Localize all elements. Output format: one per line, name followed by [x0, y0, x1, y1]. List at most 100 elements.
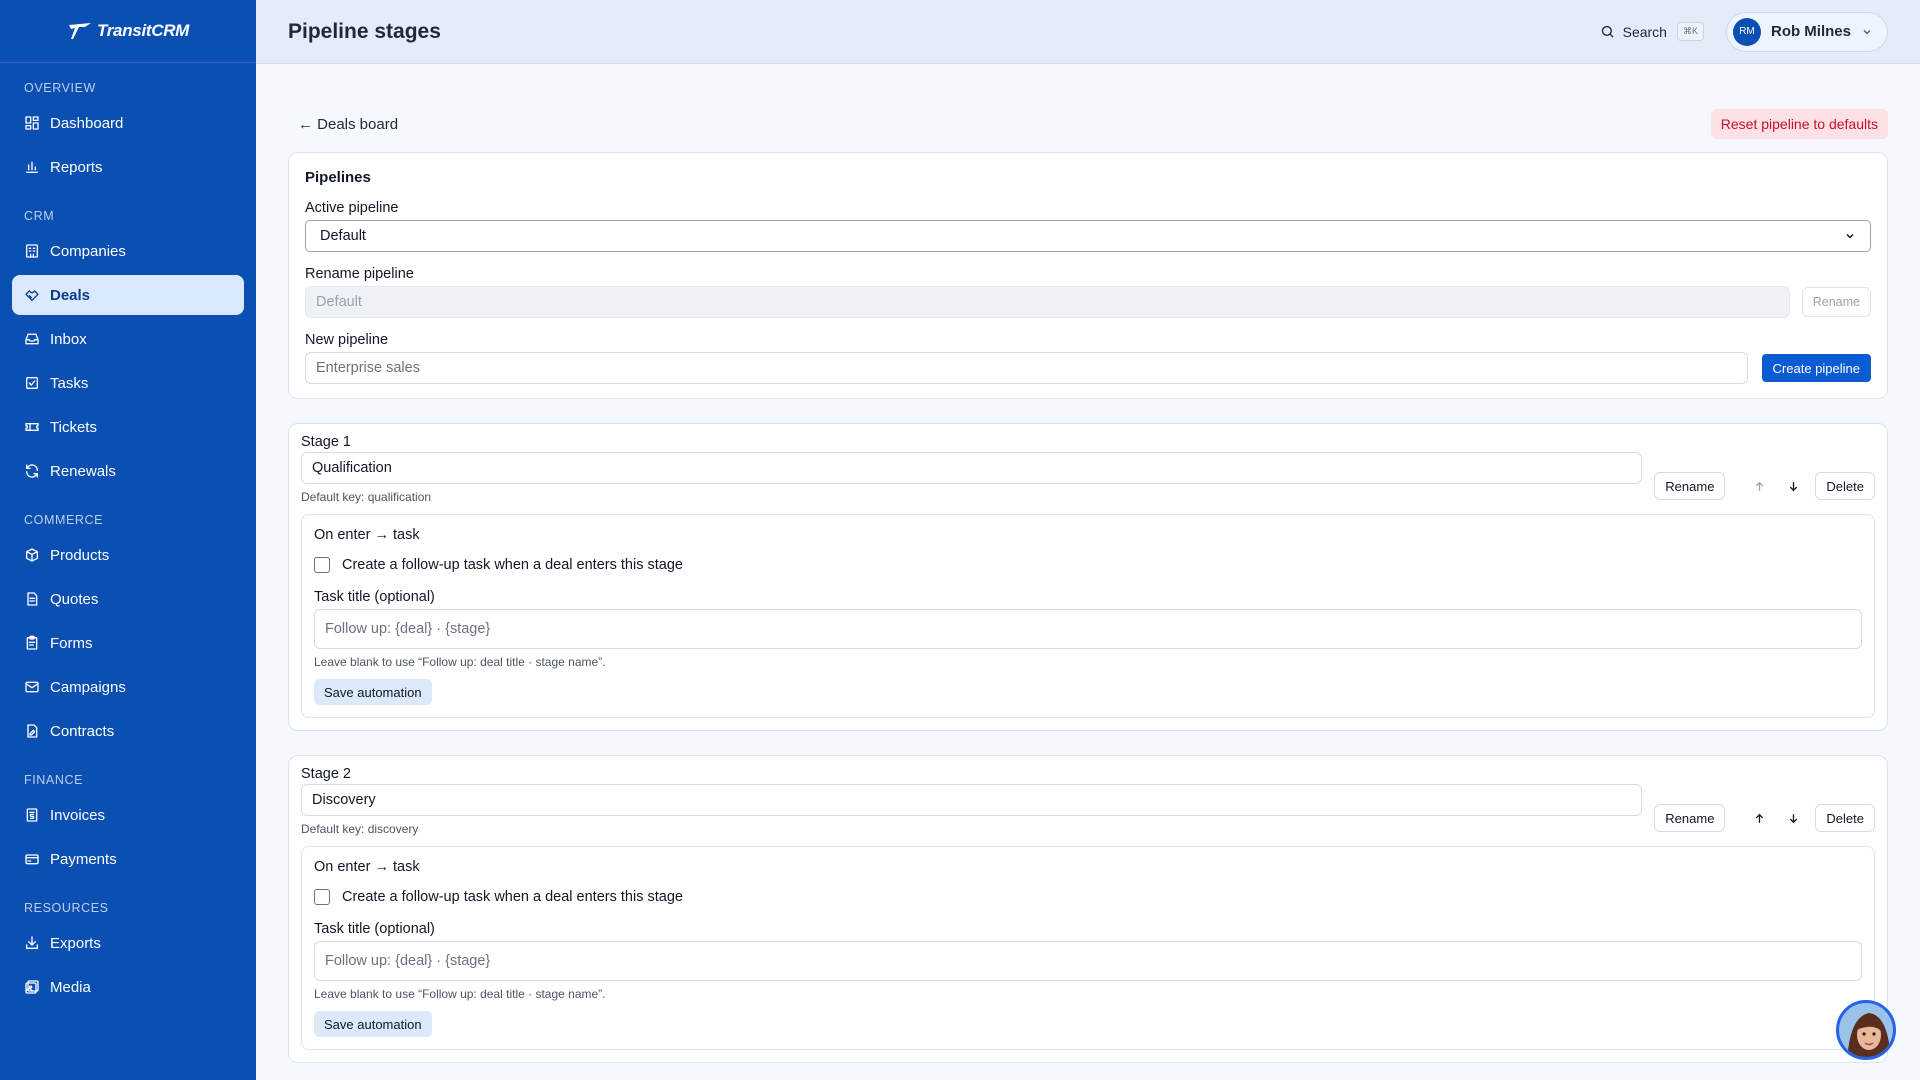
invoices-icon [24, 807, 40, 823]
task-title-hint: Leave blank to use “Follow up: deal titl… [314, 655, 606, 669]
stage-card: Stage 2 Discovery Default key: discovery… [288, 755, 1888, 1063]
dashboard-icon [24, 115, 40, 131]
tickets-icon [24, 419, 40, 435]
move-up-button[interactable] [1745, 472, 1773, 500]
sidebar-item-reports[interactable]: Reports [12, 147, 244, 187]
sidebar-item-payments[interactable]: Payments [12, 839, 244, 879]
topbar: Pipeline stages Search ⌘K RM Rob Milnes [256, 0, 1920, 64]
sidebar-item-contracts[interactable]: Contracts [12, 711, 244, 751]
sidebar-item-label: Exports [50, 934, 101, 952]
sidebar-item-label: Reports [50, 158, 103, 176]
nav-heading: COMMERCE [24, 513, 104, 527]
follow-up-checkbox[interactable] [314, 889, 330, 905]
stages-list: Stage 1 Qualification Default key: quali… [288, 423, 1888, 1063]
media-icon [24, 979, 40, 995]
task-title-input[interactable]: Follow up: {deal} · {stage} [314, 941, 1862, 981]
chevron-down-icon [1846, 233, 1854, 239]
sidebar-item-exports[interactable]: Exports [12, 923, 244, 963]
rename-stage-button[interactable]: Rename [1654, 804, 1726, 832]
task-title-placeholder: Follow up: {deal} · {stage} [325, 953, 491, 969]
sidebar-item-inbox[interactable]: Inbox [12, 319, 244, 359]
page-title: Pipeline stages [288, 19, 441, 43]
move-up-button[interactable] [1745, 804, 1773, 832]
sidebar-item-forms[interactable]: Forms [12, 623, 244, 663]
sidebar-nav: OVERVIEW Dashboard Reports CRM Companies Deal… [0, 63, 256, 1007]
create-pipeline-button[interactable]: Create pipeline [1761, 354, 1871, 382]
new-pipeline-input[interactable]: Enterprise sales [305, 352, 1748, 384]
products-icon [24, 547, 40, 563]
forms-icon [24, 635, 40, 651]
sidebar-item-dashboard[interactable]: Dashboard [12, 103, 244, 143]
sidebar-item-campaigns[interactable]: Campaigns [12, 667, 244, 707]
stage-card: Stage 1 Qualification Default key: quali… [288, 423, 1888, 731]
active-pipeline-value: Default [320, 228, 366, 244]
stage-default-key: Default key: qualification [301, 490, 432, 504]
follow-up-checkbox-label: Create a follow-up task when a deal ente… [342, 557, 683, 573]
search-label: Search [1622, 23, 1667, 40]
save-automation-button[interactable]: Save automation [314, 679, 432, 705]
search-button[interactable]: Search ⌘K [1600, 22, 1704, 41]
sidebar-item-renewals[interactable]: Renewals [12, 451, 244, 491]
task-title-input[interactable]: Follow up: {deal} · {stage} [314, 609, 1862, 649]
arrow-up-icon [1755, 481, 1764, 491]
follow-up-checkbox[interactable] [314, 557, 330, 573]
sidebar-item-tasks[interactable]: Tasks [12, 363, 244, 403]
delete-stage-button[interactable]: Delete [1815, 472, 1875, 500]
rename-pipeline-input[interactable]: Default [305, 286, 1790, 318]
rename-pipeline-button[interactable]: Rename [1801, 287, 1871, 317]
user-name: Rob Milnes [1770, 23, 1851, 40]
task-title-label: Task title (optional) [314, 921, 435, 937]
delete-stage-button[interactable]: Delete [1815, 804, 1875, 832]
rename-pipeline-label: Rename pipeline [305, 266, 414, 282]
sidebar-item-tickets[interactable]: Tickets [12, 407, 244, 447]
nav-heading: OVERVIEW [24, 81, 96, 95]
nav-heading: RESOURCES [24, 901, 109, 915]
companies-icon [24, 243, 40, 259]
exports-icon [24, 935, 40, 951]
brand-logo[interactable]: TransitCRM [0, 0, 256, 63]
user-menu[interactable]: RM Rob Milnes [1725, 11, 1888, 52]
sidebar-item-label: Companies [50, 242, 126, 260]
reports-icon [24, 159, 40, 175]
search-icon [1601, 25, 1614, 38]
contracts-icon [24, 723, 40, 739]
move-down-button[interactable] [1779, 804, 1807, 832]
reset-pipeline-button[interactable]: Reset pipeline to defaults [1710, 109, 1888, 139]
pipelines-title: Pipelines [305, 169, 371, 186]
sidebar-item-companies[interactable]: Companies [12, 231, 244, 271]
follow-up-checkbox-label: Create a follow-up task when a deal ente… [342, 889, 683, 905]
nav-heading: CRM [24, 209, 55, 223]
sidebar-item-media[interactable]: Media [12, 967, 244, 1007]
arrow-down-icon [1789, 813, 1798, 823]
sidebar-item-products[interactable]: Products [12, 535, 244, 575]
sidebar-item-invoices[interactable]: Invoices [12, 795, 244, 835]
save-automation-button[interactable]: Save automation [314, 1011, 432, 1037]
back-to-deals-link[interactable]: ← Deals board [288, 116, 398, 133]
sidebar-item-label: Payments [50, 850, 117, 868]
sidebar-item-label: Inbox [50, 330, 87, 348]
sidebar-item-label: Deals [50, 286, 91, 304]
task-title-hint: Leave blank to use “Follow up: deal titl… [314, 987, 606, 1001]
payments-icon [24, 851, 40, 867]
move-down-button[interactable] [1779, 472, 1807, 500]
new-pipeline-placeholder: Enterprise sales [316, 360, 420, 376]
sidebar-item-quotes[interactable]: Quotes [12, 579, 244, 619]
active-pipeline-select[interactable]: Default [305, 220, 1871, 252]
sidebar-item-label: Campaigns [50, 678, 126, 696]
stage-default-key: Default key: discovery [301, 822, 419, 836]
automation-title: On enter → task [314, 527, 420, 543]
sidebar-item-label: Products [50, 546, 110, 564]
deals-icon [24, 287, 40, 303]
sidebar-item-label: Contracts [50, 722, 115, 740]
stage-name-input[interactable]: Qualification [301, 452, 1643, 484]
search-shortcut: ⌘K [1676, 22, 1704, 41]
arrow-down-icon [1789, 481, 1798, 491]
stage-name-input[interactable]: Discovery [301, 784, 1643, 816]
sidebar-item-deals[interactable]: Deals [12, 275, 244, 315]
task-title-placeholder: Follow up: {deal} · {stage} [325, 621, 491, 637]
task-title-label: Task title (optional) [314, 589, 435, 605]
rename-stage-button[interactable]: Rename [1654, 472, 1726, 500]
assistant-avatar[interactable] [1836, 1000, 1896, 1060]
inbox-icon [24, 331, 40, 347]
automation-title: On enter → task [314, 859, 420, 875]
